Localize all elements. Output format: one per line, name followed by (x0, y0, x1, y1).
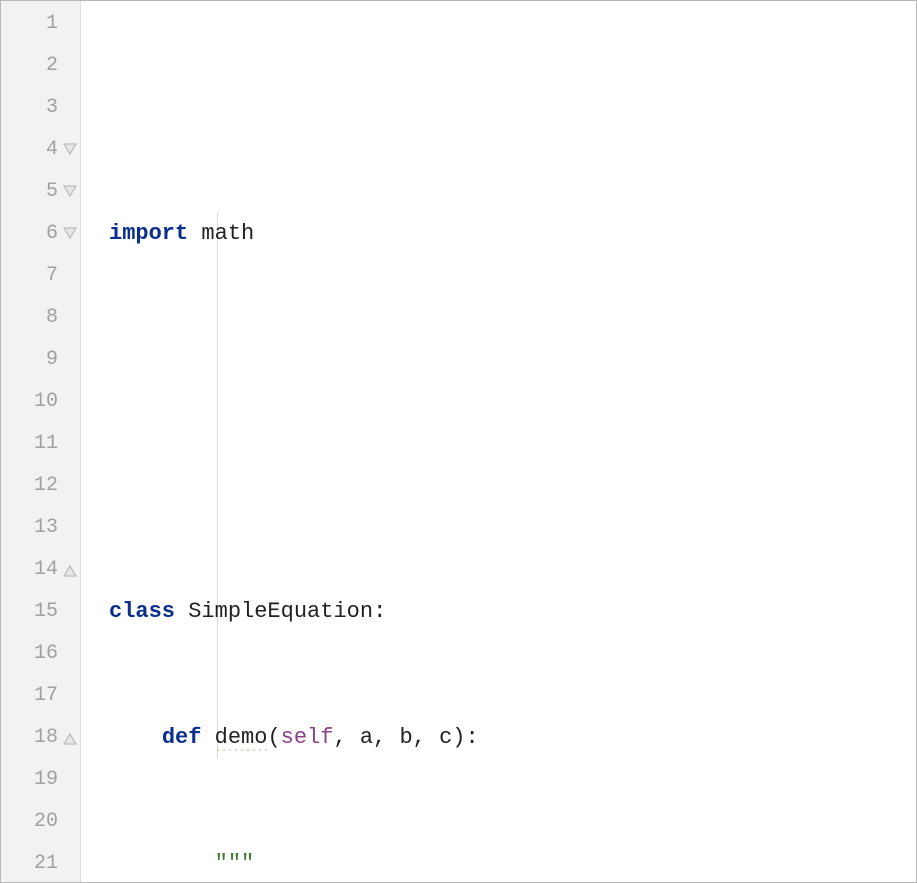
line-number: 16 (1, 633, 58, 675)
fold-end-icon[interactable] (62, 730, 78, 746)
code-editor[interactable]: 1 2 3 4 5 6 7 8 9 10 11 12 13 14 15 16 1… (1, 1, 916, 882)
keyword: class (109, 599, 175, 624)
line-number: 15 (1, 591, 58, 633)
code-line[interactable]: """ (81, 843, 916, 882)
line-number: 21 (1, 843, 58, 883)
keyword: def (162, 725, 202, 750)
line-number: 6 (1, 213, 58, 255)
keyword: import (109, 221, 188, 246)
code-line[interactable]: def demo(self, a, b, c): (81, 717, 916, 759)
identifier: math (201, 221, 254, 246)
code-line[interactable]: class SimpleEquation: (81, 591, 916, 633)
class-name: SimpleEquation (188, 599, 373, 624)
docstring-quotes: """ (215, 851, 255, 876)
fold-toggle-icon[interactable] (62, 184, 78, 200)
line-number: 8 (1, 297, 58, 339)
line-number: 19 (1, 759, 58, 801)
code-line[interactable] (81, 339, 916, 381)
line-number: 10 (1, 381, 58, 423)
line-number: 2 (1, 45, 58, 87)
line-number: 20 (1, 801, 58, 843)
self-param: self (281, 725, 334, 750)
fold-end-icon[interactable] (62, 562, 78, 578)
line-number: 3 (1, 87, 58, 129)
code-line[interactable]: import math (81, 213, 916, 255)
line-number: 9 (1, 339, 58, 381)
line-number: 11 (1, 423, 58, 465)
line-number: 12 (1, 465, 58, 507)
code-area[interactable]: import math class SimpleEquation: def de… (81, 1, 916, 882)
line-number: 4 (1, 129, 58, 171)
gutter: 1 2 3 4 5 6 7 8 9 10 11 12 13 14 15 16 1… (1, 1, 81, 882)
line-number: 5 (1, 171, 58, 213)
line-number: 1 (1, 3, 58, 45)
line-number: 14 (1, 549, 58, 591)
line-number: 17 (1, 675, 58, 717)
line-number: 7 (1, 255, 58, 297)
fold-gutter (60, 1, 80, 882)
line-number: 13 (1, 507, 58, 549)
fold-toggle-icon[interactable] (62, 226, 78, 242)
code-line[interactable] (81, 465, 916, 507)
line-number: 18 (1, 717, 58, 759)
fold-toggle-icon[interactable] (62, 142, 78, 158)
function-name: demo (215, 725, 268, 751)
